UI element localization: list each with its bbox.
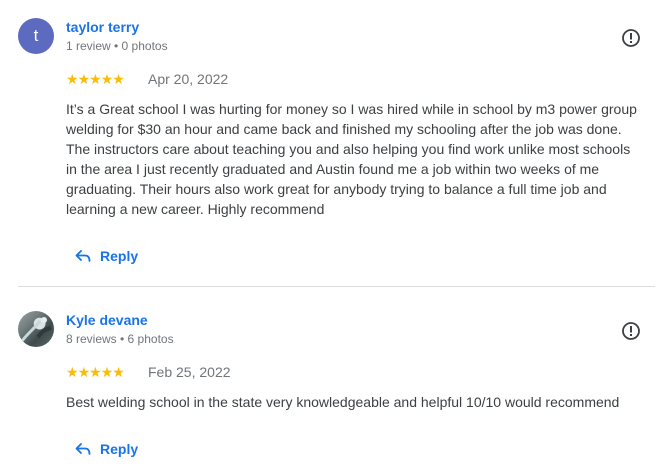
star-icon: ★ <box>77 71 91 87</box>
review-text: It’s a Great school I was hurting for mo… <box>66 99 658 219</box>
report-flag-icon[interactable] <box>621 321 641 341</box>
review-date: Feb 25, 2022 <box>148 364 231 380</box>
review-text-line: Best welding school in the state very kn… <box>66 394 620 410</box>
review-text-line: in the area I just recently graduated an… <box>66 161 600 177</box>
star-icon: ★ <box>112 71 125 87</box>
review-text-line: The instructors care about teaching you … <box>66 141 631 157</box>
review-text-line: It’s a Great school I was hurting for mo… <box>66 101 637 117</box>
star-icon: ★ <box>100 364 114 380</box>
reply-button[interactable]: Reply <box>74 247 138 265</box>
reply-label: Reply <box>100 441 139 457</box>
star-rating: ★★★★★ <box>66 71 125 89</box>
review-text-line: welding for $30 an hour and came back an… <box>66 121 622 137</box>
review-date: Apr 20, 2022 <box>148 71 229 87</box>
reviewer-name[interactable]: taylor terry <box>66 19 139 35</box>
reviewer-meta: 8 reviews • 6 photos <box>66 332 174 346</box>
star-icon: ★ <box>66 71 79 87</box>
review-text: Best welding school in the state very kn… <box>66 392 658 412</box>
avatar-photo-image <box>20 317 52 342</box>
star-icon: ★ <box>66 364 79 380</box>
star-icon: ★ <box>100 71 114 87</box>
star-rating: ★★★★★ <box>66 364 125 382</box>
avatar-initial: t <box>33 26 39 45</box>
avatar[interactable] <box>18 311 54 347</box>
reply-label: Reply <box>100 248 139 264</box>
review-divider <box>18 286 655 287</box>
star-icon: ★ <box>89 71 102 87</box>
reviewer-name[interactable]: Kyle devane <box>66 312 148 328</box>
reply-arrow-icon <box>75 443 91 455</box>
reply-button[interactable]: Reply <box>74 440 138 458</box>
reviewer-meta: 1 review • 0 photos <box>66 39 168 53</box>
avatar[interactable]: t <box>18 18 54 54</box>
review-text-line: graduating. Their hours also work great … <box>66 181 607 197</box>
star-icon: ★ <box>112 364 125 380</box>
reply-arrow-icon <box>75 250 91 262</box>
report-flag-icon[interactable] <box>621 28 641 48</box>
star-icon: ★ <box>89 364 102 380</box>
review-text-line: learning a new career. Highly recommend <box>66 201 325 217</box>
star-icon: ★ <box>77 364 91 380</box>
